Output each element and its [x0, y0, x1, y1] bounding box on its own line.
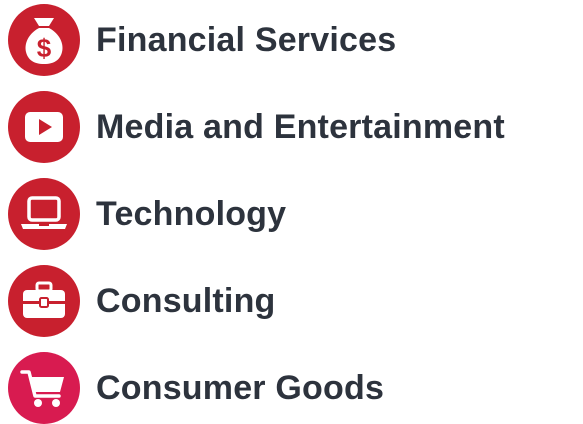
briefcase-icon — [8, 265, 80, 337]
svg-text:$: $ — [37, 33, 52, 63]
list-item-media-entertainment: Media and Entertainment — [8, 91, 505, 163]
industry-label: Financial Services — [96, 20, 397, 59]
play-button-icon — [8, 91, 80, 163]
list-item-consulting: Consulting — [8, 265, 276, 337]
industry-label: Consumer Goods — [96, 368, 385, 407]
money-bag-icon: $ — [8, 4, 80, 76]
list-item-consumer-goods: Consumer Goods — [8, 352, 384, 424]
laptop-icon — [8, 178, 80, 250]
list-item-technology: Technology — [8, 178, 286, 250]
list-item-financial-services: $ Financial Services — [8, 4, 396, 76]
industry-list: $ Financial Services Media and Entertain… — [0, 0, 583, 424]
industry-label: Technology — [96, 194, 287, 233]
industry-label: Consulting — [96, 281, 276, 320]
shopping-cart-icon — [8, 352, 80, 424]
industry-label: Media and Entertainment — [96, 107, 505, 146]
